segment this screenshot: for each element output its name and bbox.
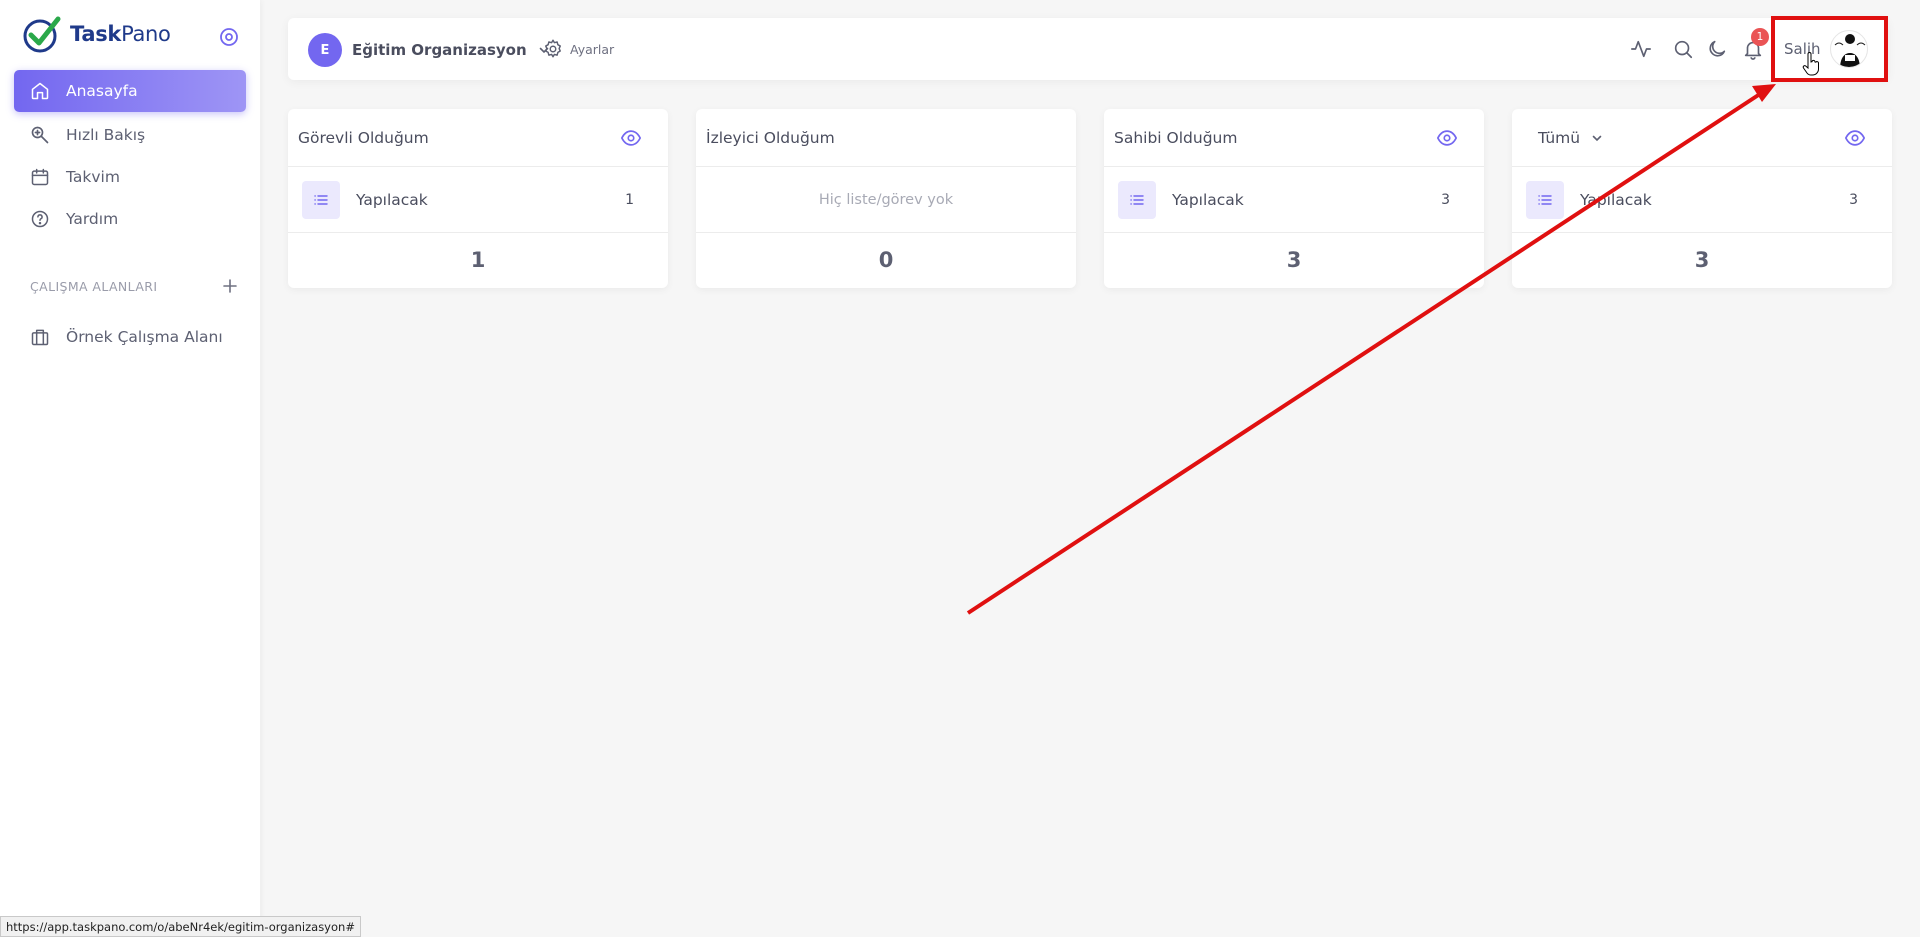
card-title: Tümü (1538, 128, 1581, 147)
card-watching: İzleyici Olduğum Hiç liste/görev yok 0 (696, 109, 1076, 288)
org-avatar: E (308, 33, 342, 67)
card-header: Görevli Olduğum (288, 109, 668, 167)
card-title: Sahibi Olduğum (1114, 128, 1238, 147)
organization-selector[interactable]: E Eğitim Organizasyon (308, 33, 551, 67)
settings-button[interactable]: Ayarlar (542, 38, 614, 60)
workspace-item-label: Örnek Çalışma Alanı (66, 328, 223, 346)
list-item-label: Yapılacak (356, 190, 428, 209)
briefcase-icon (31, 329, 49, 346)
sidebar-item-takvim[interactable]: Takvim (14, 156, 246, 198)
card-total: 1 (470, 248, 486, 272)
list-item-count: 3 (1441, 191, 1450, 208)
card-header: İzleyici Olduğum (696, 109, 1076, 167)
hand-pointer-cursor-icon (1802, 52, 1819, 76)
list-item[interactable]: Yapılacak 1 (288, 167, 668, 233)
home-icon (31, 82, 49, 100)
sidebar-item-label: Anasayfa (66, 82, 138, 100)
activity-icon[interactable] (1630, 38, 1652, 60)
sidebar: TaskPano Anasayfa Hızlı Bakış Takvim Yar… (0, 0, 260, 937)
collapse-sidebar-icon[interactable] (218, 26, 240, 48)
sidebar-item-label: Hızlı Bakış (66, 126, 146, 144)
list-item[interactable]: Yapılacak 3 (1104, 167, 1484, 233)
sidebar-item-yardim[interactable]: Yardım (14, 198, 246, 240)
search-icon[interactable] (1672, 38, 1694, 60)
annotation-arrowhead (1752, 84, 1776, 102)
workspaces-section-header: ÇALIŞMA ALANLARI (30, 276, 240, 296)
add-workspace-icon[interactable] (220, 276, 240, 296)
list-item-count: 1 (625, 191, 634, 208)
card-title: Görevli Olduğum (298, 128, 429, 147)
card-owned: Sahibi Olduğum Yapılacak 3 3 (1104, 109, 1484, 288)
card-total: 0 (878, 248, 894, 272)
eye-icon[interactable] (1436, 127, 1458, 149)
list-item-count: 3 (1849, 191, 1858, 208)
top-navbar: E Eğitim Organizasyon Ayarlar 1 Salih (288, 18, 1888, 80)
logo-text: TaskPano (70, 22, 171, 46)
moon-icon[interactable] (1706, 38, 1728, 60)
chevron-down-icon (1592, 135, 1602, 141)
sidebar-nav: Anasayfa Hızlı Bakış Takvim Yardım (14, 70, 246, 240)
card-all: Tümü Yapılacak 3 3 (1512, 109, 1892, 288)
card-header: Sahibi Olduğum (1104, 109, 1484, 167)
list-icon (302, 180, 340, 219)
workspace-item-ornek[interactable]: Örnek Çalışma Alanı (14, 316, 246, 358)
eye-icon[interactable] (620, 127, 642, 149)
org-name: Eğitim Organizasyon (352, 41, 527, 59)
sidebar-item-label: Takvim (66, 168, 120, 186)
avatar-image (1834, 34, 1866, 67)
card-header: Tümü (1512, 109, 1892, 167)
help-circle-icon (31, 210, 49, 228)
list-item[interactable]: Yapılacak 3 (1512, 167, 1892, 233)
list-icon (1118, 180, 1156, 219)
logo[interactable]: TaskPano (22, 14, 171, 54)
notification-badge: 1 (1751, 28, 1769, 46)
browser-status-url: https://app.taskpano.com/o/abeNr4ek/egit… (0, 916, 361, 937)
list-icon (1526, 180, 1564, 219)
zoom-icon (31, 126, 49, 144)
gear-icon (545, 39, 561, 58)
settings-label: Ayarlar (570, 41, 615, 57)
sidebar-item-label: Yardım (66, 210, 119, 228)
card-title: İzleyici Olduğum (706, 128, 835, 147)
card-assigned: Görevli Olduğum Yapılacak 1 1 (288, 109, 668, 288)
eye-icon[interactable] (1844, 127, 1866, 149)
filter-dropdown[interactable]: Tümü (1522, 129, 1604, 147)
sidebar-item-anasayfa[interactable]: Anasayfa (14, 70, 246, 112)
checkmark-logo-icon (23, 16, 61, 53)
card-total: 3 (1286, 248, 1302, 272)
calendar-icon (31, 168, 49, 186)
card-total: 3 (1694, 248, 1710, 272)
sidebar-item-hizli-bakis[interactable]: Hızlı Bakış (14, 114, 246, 156)
workspaces-section-title: ÇALIŞMA ALANLARI (30, 278, 158, 294)
user-avatar[interactable] (1830, 30, 1868, 68)
empty-state-text: Hiç liste/görev yok (696, 167, 1076, 233)
list-item-label: Yapılacak (1172, 190, 1244, 209)
list-item-label: Yapılacak (1580, 190, 1652, 209)
